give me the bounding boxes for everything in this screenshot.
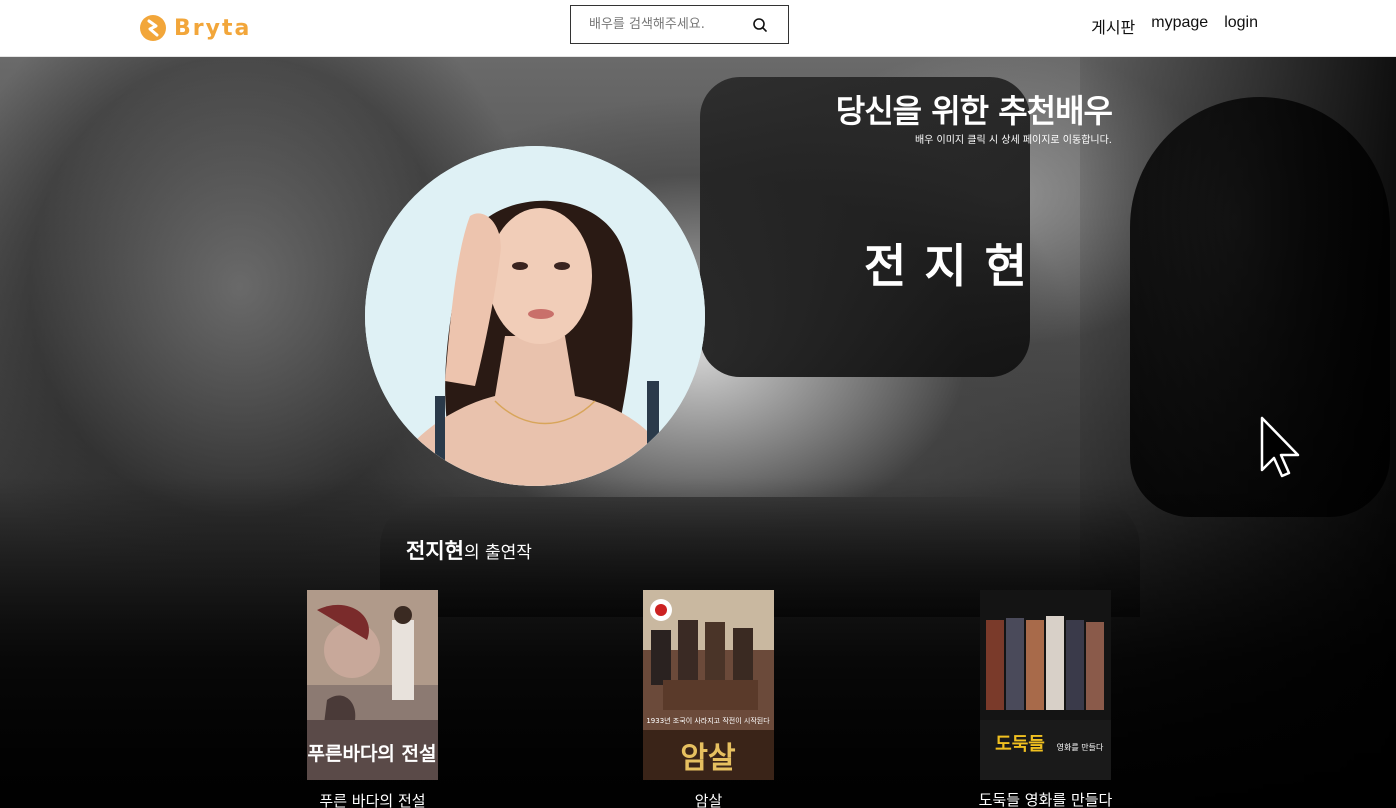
main-nav: 게시판 mypage login — [1091, 14, 1258, 38]
nav-mypage-link[interactable]: mypage — [1151, 14, 1208, 38]
film-poster-2-title: 암살 — [680, 741, 736, 776]
search-icon[interactable] — [752, 17, 768, 33]
actor-profile-image[interactable] — [365, 146, 705, 486]
film-poster-3-title: 도둑들 — [995, 734, 1045, 755]
film-title-1[interactable]: 푸른 바다의 전설 — [307, 790, 438, 808]
film-poster-3[interactable]: 도둑들 영화를 만들다 — [980, 590, 1111, 780]
brand-name: Bryta — [174, 15, 252, 41]
filmography-heading: 전지현의 출연작 — [406, 535, 532, 565]
logo-icon — [140, 15, 166, 41]
search-bar — [570, 5, 789, 44]
featured-actor-name[interactable]: 전지현 — [864, 230, 1045, 296]
film-title-2[interactable]: 암살 — [643, 790, 774, 808]
film-title-3[interactable]: 도둑들 영화를 만들다 — [970, 789, 1121, 808]
top-header: Bryta 게시판 mypage login — [0, 0, 1396, 57]
nav-login-link[interactable]: login — [1224, 14, 1258, 38]
mouse-pointer-icon — [1260, 416, 1300, 478]
film-poster-2[interactable]: 1933년 조국이 사라지고 작전이 시작된다 암살 — [643, 590, 774, 780]
filmography-heading-name: 전지현 — [406, 539, 464, 563]
filmography-heading-suffix: 의 출연작 — [463, 543, 532, 563]
search-input[interactable] — [571, 6, 751, 43]
brand-logo[interactable]: Bryta — [140, 15, 251, 41]
recommend-title: 당신을 위한 추천배우 — [835, 92, 1113, 130]
film-poster-3-tagline: 영화를 만들다 — [1057, 742, 1104, 752]
film-poster-1[interactable]: 푸른바다의 전설 — [307, 590, 438, 780]
recommend-subtitle: 배우 이미지 클릭 시 상세 페이지로 이동합니다. — [914, 135, 1112, 146]
film-poster-1-title: 푸른바다의 전설 — [308, 743, 437, 765]
nav-board-link[interactable]: 게시판 — [1091, 14, 1135, 38]
film-poster-2-tagline: 1933년 조국이 사라지고 작전이 시작된다 — [646, 716, 770, 725]
actor-portrait-image — [365, 146, 705, 486]
